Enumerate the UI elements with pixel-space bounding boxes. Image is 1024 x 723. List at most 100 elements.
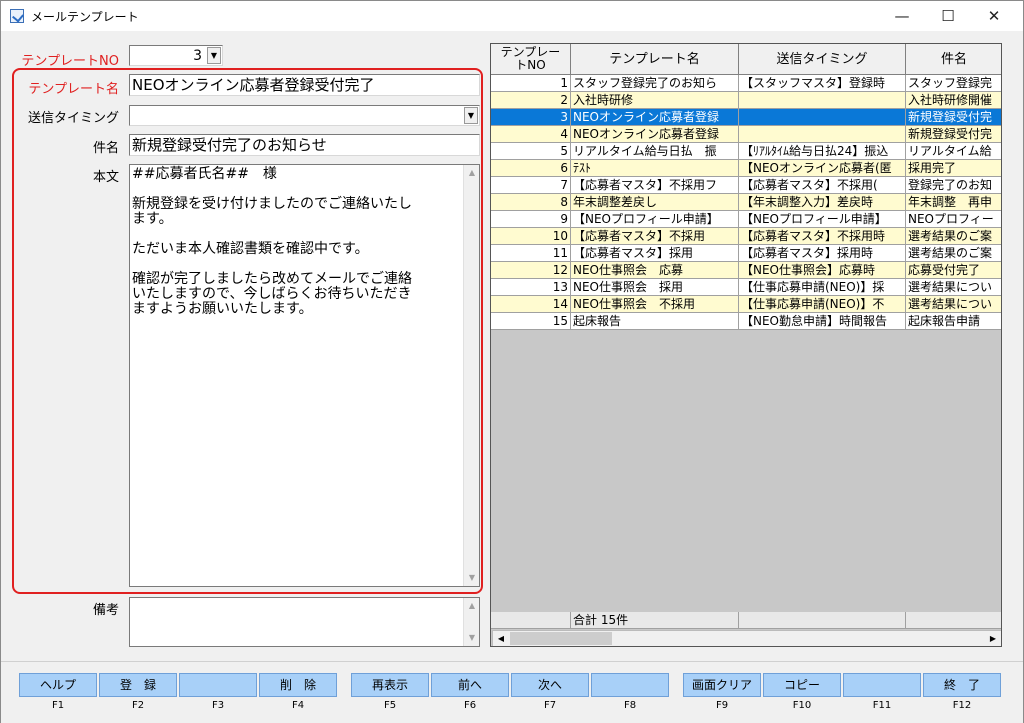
title-bar: メールテンプレート — ☐ ✕ xyxy=(1,1,1023,31)
template-no-value: 3 xyxy=(193,48,202,64)
table-row[interactable]: 5 リアルタイム給与日払 振【ﾘｱﾙﾀｲﾑ給与日払24】振込 リアルタイム給 xyxy=(491,143,1001,160)
column-header-name[interactable]: テンプレート名 xyxy=(571,44,739,75)
cell-subject: 応募受付完了 xyxy=(906,262,1001,279)
scroll-thumb[interactable] xyxy=(510,632,612,645)
cell-name: スタッフ登録完了のお知ら xyxy=(571,75,739,92)
cell-subject: 登録完了のお知 xyxy=(906,177,1001,194)
maximize-button[interactable]: ☐ xyxy=(925,1,971,31)
fkey-button-f11[interactable] xyxy=(843,673,921,697)
table-row[interactable]: 1 スタッフ登録完了のお知ら 【スタッフマスタ】登録時 スタッフ登録完 xyxy=(491,75,1001,92)
cell-no: 10 xyxy=(491,228,571,245)
minimize-button[interactable]: — xyxy=(879,1,925,31)
table-row[interactable]: 3 NEOオンライン応募者登録 新規登録受付完 xyxy=(491,109,1001,126)
fkey-label: F2 xyxy=(131,700,145,711)
cell-timing: 【ﾘｱﾙﾀｲﾑ給与日払24】振込 xyxy=(739,143,906,160)
grid-hscrollbar[interactable]: ◀ ▶ xyxy=(492,630,1001,646)
remarks-label: 備考 xyxy=(92,603,119,618)
cell-subject: 選考結果のご案 xyxy=(906,245,1001,262)
fkey-label: F1 xyxy=(51,700,65,711)
cell-no: 14 xyxy=(491,296,571,313)
cell-name: 入社時研修 xyxy=(571,92,739,109)
cell-subject: スタッフ登録完 xyxy=(906,75,1001,92)
scroll-up-icon[interactable]: ▲ xyxy=(464,598,479,614)
table-row[interactable]: 4 NEOオンライン応募者登録 新規登録受付完 xyxy=(491,126,1001,143)
fkey-button-f2[interactable]: 登 録 xyxy=(99,673,177,697)
cell-no: 8 xyxy=(491,194,571,211)
template-no-combo[interactable]: 3 ▼ xyxy=(129,45,223,66)
cell-no: 13 xyxy=(491,279,571,296)
table-row[interactable]: 8 年末調整差戻し 【年末調整入力】差戻時 年末調整 再申 xyxy=(491,194,1001,211)
scroll-right-icon[interactable]: ▶ xyxy=(985,631,1001,646)
cell-timing xyxy=(739,92,906,109)
table-row[interactable]: 9 【NEOプロフィール申請】 【NEOプロフィール申請】 NEOプロフィー xyxy=(491,211,1001,228)
chevron-down-icon[interactable]: ▼ xyxy=(207,47,221,64)
cell-timing: 【NEO勤怠申請】時間報告 xyxy=(739,313,906,330)
cell-subject: 採用完了 xyxy=(906,160,1001,177)
fkey-label: F8 xyxy=(623,700,637,711)
fkey-button-f1[interactable]: ヘルプ xyxy=(19,673,97,697)
scroll-left-icon[interactable]: ◀ xyxy=(493,631,509,646)
table-row[interactable]: 6 ﾃｽﾄ 【NEOオンライン応募者(匿 採用完了 xyxy=(491,160,1001,177)
cell-timing: 【応募者マスタ】不採用( xyxy=(739,177,906,194)
fkey-button-f9[interactable]: 画面クリア xyxy=(683,673,761,697)
cell-timing: 【NEOオンライン応募者(匿 xyxy=(739,160,906,177)
close-button[interactable]: ✕ xyxy=(971,1,1017,31)
table-row[interactable]: 7 【応募者マスタ】不採用フ 【応募者マスタ】不採用(登録完了のお知 xyxy=(491,177,1001,194)
table-row[interactable]: 14 NEO仕事照会 不採用 【仕事応募申請(NEO)】不 選考結果につい xyxy=(491,296,1001,313)
remarks-textarea[interactable]: ▲ ▼ xyxy=(129,597,480,647)
fkey-button-f5[interactable]: 再表示 xyxy=(351,673,429,697)
fkey-button-f3[interactable] xyxy=(179,673,257,697)
fkey-button-f6[interactable]: 前へ xyxy=(431,673,509,697)
column-header-timing[interactable]: 送信タイミング xyxy=(739,44,906,75)
table-row[interactable]: 11 【応募者マスタ】採用 【応募者マスタ】採用時 選考結果のご案 xyxy=(491,245,1001,262)
cell-subject: 選考結果につい xyxy=(906,296,1001,313)
table-row[interactable]: 15 起床報告 【NEO勤怠申請】時間報告 起床報告申請 xyxy=(491,313,1001,330)
cell-name: ﾃｽﾄ xyxy=(571,160,739,177)
cell-name: NEO仕事照会 応募 xyxy=(571,262,739,279)
cell-subject: 年末調整 再申 xyxy=(906,194,1001,211)
cell-subject: 選考結果につい xyxy=(906,279,1001,296)
column-header-subject[interactable]: 件名 xyxy=(906,44,1001,75)
cell-no: 2 xyxy=(491,92,571,109)
cell-timing: 【NEOプロフィール申請】 xyxy=(739,211,906,228)
cell-no: 3 xyxy=(491,109,571,126)
fkey-button-f8[interactable] xyxy=(591,673,669,697)
cell-timing: 【応募者マスタ】不採用時 xyxy=(739,228,906,245)
fkey-button-f4[interactable]: 削 除 xyxy=(259,673,337,697)
cell-no: 5 xyxy=(491,143,571,160)
scroll-down-icon[interactable]: ▼ xyxy=(464,630,479,646)
cell-timing: 【年末調整入力】差戻時 xyxy=(739,194,906,211)
footer-cell xyxy=(491,612,571,629)
cell-name: NEO仕事照会 不採用 xyxy=(571,296,739,313)
template-grid[interactable]: テンプレー トNO テンプレート名 送信タイミング 件名 1 スタッフ登録完了のお… xyxy=(490,43,1002,647)
fkey-label: F12 xyxy=(952,700,972,711)
cell-timing: 【応募者マスタ】採用時 xyxy=(739,245,906,262)
cell-timing: 【NEO仕事照会】応募時 xyxy=(739,262,906,279)
cell-timing: 【スタッフマスタ】登録時 xyxy=(739,75,906,92)
function-key-bar: ヘルプ F1 登 録 F2 F3 削 除 F4 再表示 F5 前へ F6 次へ F7 F8 画面クリア F9 コ… xyxy=(1,661,1023,723)
table-row[interactable]: 13 NEO仕事照会 採用 【仕事応募申請(NEO)】採 選考結果につい xyxy=(491,279,1001,296)
cell-no: 4 xyxy=(491,126,571,143)
highlight-box xyxy=(12,68,483,594)
fkey-label: F3 xyxy=(211,700,225,711)
remarks-scrollbar[interactable]: ▲ ▼ xyxy=(463,598,479,646)
fkey-button-f10[interactable]: コピー xyxy=(763,673,841,697)
cell-name: NEOオンライン応募者登録 xyxy=(571,109,739,126)
cell-subject: 入社時研修開催 xyxy=(906,92,1001,109)
header-no-line2: トNO xyxy=(515,58,546,72)
column-header-no[interactable]: テンプレー トNO xyxy=(491,44,571,75)
fkey-label: F5 xyxy=(383,700,397,711)
cell-no: 15 xyxy=(491,313,571,330)
cell-no: 7 xyxy=(491,177,571,194)
table-row[interactable]: 2 入社時研修 入社時研修開催 xyxy=(491,92,1001,109)
fkey-label: F10 xyxy=(792,700,812,711)
fkey-button-f7[interactable]: 次へ xyxy=(511,673,589,697)
fkey-button-f12[interactable]: 終 了 xyxy=(923,673,1001,697)
cell-subject: 新規登録受付完 xyxy=(906,109,1001,126)
table-row[interactable]: 12 NEO仕事照会 応募 【NEO仕事照会】応募時 応募受付完了 xyxy=(491,262,1001,279)
grid-footer: 合計 15件 xyxy=(491,612,1001,629)
cell-timing xyxy=(739,109,906,126)
fkey-label: F7 xyxy=(543,700,557,711)
table-row[interactable]: 10 【応募者マスタ】不採用 【応募者マスタ】不採用時 選考結果のご案 xyxy=(491,228,1001,245)
footer-cell xyxy=(906,612,1001,629)
